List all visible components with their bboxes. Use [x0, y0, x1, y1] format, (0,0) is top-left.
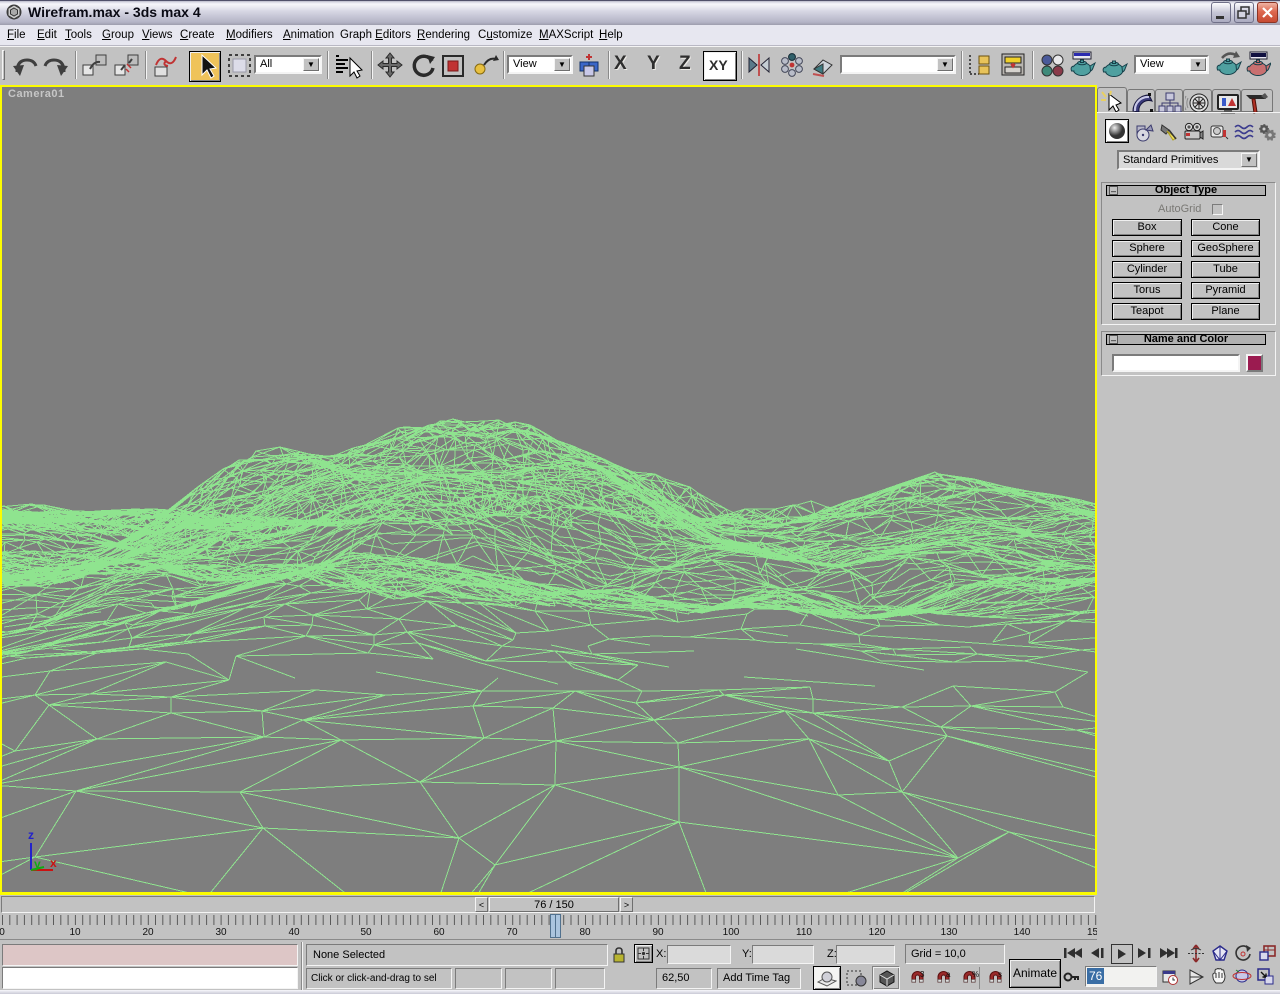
svg-text:0: 0: [0, 927, 5, 938]
svg-text:y: y: [34, 857, 41, 871]
svg-text:60: 60: [433, 927, 445, 938]
svg-text:30: 30: [215, 927, 227, 938]
svg-text:140: 140: [1014, 927, 1031, 938]
svg-text:80: 80: [579, 927, 591, 938]
svg-text:130: 130: [941, 927, 958, 938]
svg-text:20: 20: [142, 927, 154, 938]
svg-text:a: a: [946, 970, 951, 979]
svg-text:z: z: [28, 828, 34, 842]
svg-text:70: 70: [506, 927, 518, 938]
svg-text:100: 100: [723, 927, 740, 938]
svg-text:50: 50: [360, 927, 372, 938]
svg-text:15: 15: [1087, 927, 1097, 938]
svg-text:110: 110: [796, 927, 812, 938]
svg-text:x: x: [50, 856, 57, 870]
svg-text:10: 10: [69, 927, 81, 938]
svg-text:90: 90: [652, 927, 664, 938]
svg-text:120: 120: [869, 927, 886, 938]
svg-text:s: s: [998, 970, 1002, 979]
svg-text:40: 40: [288, 927, 300, 938]
svg-text:3: 3: [920, 970, 925, 979]
